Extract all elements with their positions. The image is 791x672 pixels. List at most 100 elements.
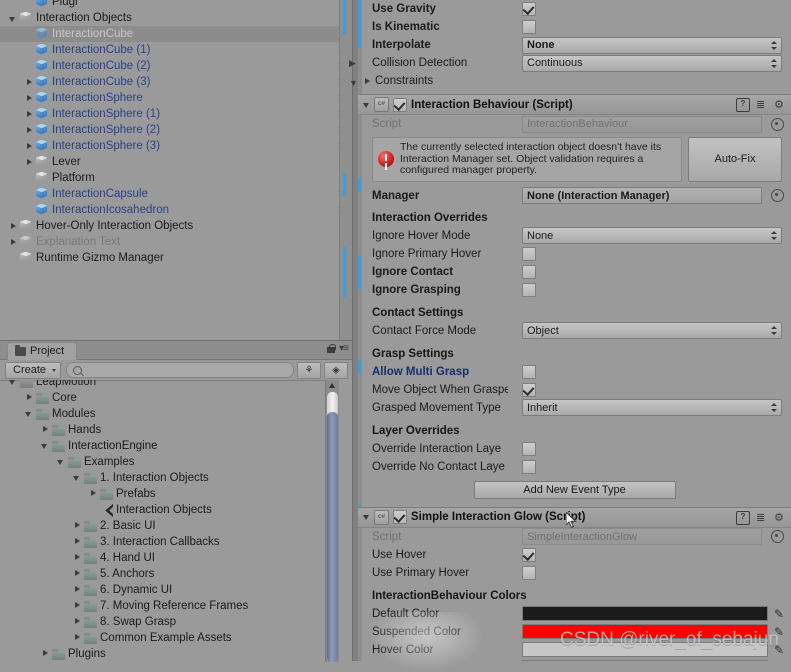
hierarchy-item-explanation-text[interactable]: Explanation Text — [0, 234, 352, 250]
chevron-right-icon[interactable] — [72, 568, 84, 580]
chevron-right-icon[interactable] — [24, 77, 35, 88]
hierarchy-item-interactionsphere-2[interactable]: InteractionSphere (2)› — [0, 122, 352, 138]
project-item-1-interaction-objects[interactable]: 1. Interaction Objects — [0, 470, 352, 486]
field-move-object-when-grasped[interactable]: Move Object When Graspe — [358, 381, 791, 399]
ignore-contact-checkbox[interactable] — [522, 264, 536, 279]
chevron-right-icon[interactable] — [24, 392, 36, 404]
field-override-interaction-layer[interactable]: Override Interaction Laye — [358, 440, 791, 458]
manager-object-field[interactable]: None (Interaction Manager) — [522, 187, 762, 204]
search-input[interactable] — [86, 363, 287, 377]
help-icon[interactable]: ? — [736, 98, 750, 112]
chevron-right-icon[interactable] — [24, 141, 35, 152]
hierarchy-tree[interactable]: Plugi Interaction Objects InteractionCube›… — [0, 0, 352, 266]
ignore-grasping-checkbox[interactable] — [522, 282, 536, 297]
field-override-no-contact-layer[interactable]: Override No Contact Laye — [358, 458, 791, 476]
collision-detection-dropdown[interactable]: Continuous — [522, 54, 782, 72]
collapse-down-arrow-icon[interactable]: ▼ — [349, 78, 358, 88]
project-item-examples[interactable]: Examples — [0, 454, 352, 470]
chevron-right-icon[interactable] — [8, 221, 19, 232]
field-grasped-movement-type[interactable]: Grasped Movement Type Inherit — [358, 399, 791, 417]
chevron-right-icon[interactable] — [72, 536, 84, 548]
chevron-right-icon[interactable] — [72, 584, 84, 596]
chevron-right-icon[interactable] — [40, 648, 52, 660]
ignore-primary-hover-checkbox[interactable] — [522, 246, 536, 261]
tab-project[interactable]: Project — [7, 342, 78, 360]
override-no-contact-layer-checkbox[interactable] — [522, 459, 536, 474]
filter-by-type-icon[interactable]: ⚘ — [297, 361, 321, 379]
field-ignore-primary-hover[interactable]: Ignore Primary Hover — [358, 245, 791, 263]
field-manager[interactable]: Manager None (Interaction Manager) — [358, 186, 791, 206]
add-new-event-type-button[interactable]: Add New Event Type — [473, 480, 676, 499]
field-use-primary-hover[interactable]: Use Primary Hover — [358, 564, 791, 582]
hierarchy-item-interactionsphere[interactable]: InteractionSphere› — [0, 90, 352, 106]
chevron-right-icon[interactable] — [72, 520, 84, 532]
project-item-6-dynamic-ui[interactable]: 6. Dynamic UI — [0, 582, 352, 598]
hierarchy-item-interactioncube-3[interactable]: InteractionCube (3)› — [0, 74, 352, 90]
field-use-gravity[interactable]: Use Gravity — [358, 0, 791, 18]
use-primary-hover-checkbox[interactable] — [522, 565, 536, 580]
project-tree[interactable]: LeapMotion Core Modules Hands InteractionEng… — [0, 380, 352, 662]
chevron-right-icon[interactable] — [72, 552, 84, 564]
field-interpolate[interactable]: Interpolate None — [358, 36, 791, 54]
chevron-right-icon[interactable] — [72, 632, 84, 644]
field-ignore-grasping[interactable]: Ignore Grasping — [358, 281, 791, 299]
ignore-hover-mode-dropdown[interactable]: None — [522, 227, 782, 244]
search-box[interactable] — [66, 362, 294, 378]
chevron-right-icon[interactable] — [8, 237, 19, 248]
object-picker-icon[interactable] — [771, 189, 784, 202]
chevron-down-icon[interactable] — [72, 472, 84, 484]
gear-icon[interactable]: ⚙ — [774, 512, 786, 524]
chevron-down-icon[interactable] — [8, 13, 19, 24]
hierarchy-scrollbar[interactable] — [339, 0, 353, 340]
component-header-simple-interaction-glow[interactable]: c# Simple Interaction Glow (Script) ? ≣ … — [358, 506, 791, 528]
project-item-common-example-assets[interactable]: Common Example Assets — [0, 630, 352, 646]
project-item-plugins[interactable]: Plugins — [0, 646, 352, 662]
color-swatch[interactable] — [522, 606, 768, 621]
chevron-right-icon[interactable] — [24, 109, 35, 120]
project-item-8-swap-grasp[interactable]: 8. Swap Grasp — [0, 614, 352, 630]
preset-icon[interactable]: ≣ — [756, 99, 768, 111]
project-item-interaction-objects[interactable]: Interaction Objects — [0, 502, 352, 518]
field-use-hover[interactable]: Use Hover — [358, 546, 791, 564]
preset-icon[interactable]: ≣ — [756, 512, 768, 524]
use-gravity-checkbox[interactable] — [522, 2, 536, 16]
object-picker-icon[interactable] — [771, 530, 784, 543]
component-header-interaction-behaviour[interactable]: c# Interaction Behaviour (Script) ? ≣ ⚙ — [358, 94, 791, 115]
chevron-down-icon[interactable] — [8, 380, 20, 388]
scrollbar-track-highlight[interactable] — [327, 412, 338, 662]
project-panel[interactable]: Project ▾≡ Create ⚘ ◈ LeapMotion Core Modu… — [0, 340, 352, 662]
allow-multi-grasp-checkbox[interactable] — [522, 364, 536, 379]
chevron-down-icon[interactable] — [40, 440, 52, 452]
hierarchy-item-interactionsphere-1[interactable]: InteractionSphere (1)› — [0, 106, 352, 122]
create-button[interactable]: Create — [5, 361, 62, 379]
project-item-leapmotion[interactable]: LeapMotion — [0, 380, 352, 390]
color-field-list[interactable]: Default Color ✎ Suspended Color ✎ Hover Colo… — [358, 605, 791, 661]
gear-icon[interactable]: ⚙ — [774, 99, 786, 111]
hierarchy-item-interactionsphere-3[interactable]: InteractionSphere (3)› — [0, 138, 352, 154]
lock-icon[interactable] — [327, 344, 336, 353]
project-item-hands[interactable]: Hands — [0, 422, 352, 438]
color-swatch[interactable] — [522, 642, 768, 657]
object-picker-icon[interactable] — [771, 117, 784, 131]
hierarchy-item-lever[interactable]: Lever — [0, 154, 352, 170]
field-allow-multi-grasp[interactable]: Allow Multi Grasp — [358, 363, 791, 381]
eyedropper-icon[interactable]: ✎ — [772, 643, 786, 657]
grasped-movement-type-dropdown[interactable]: Inherit — [522, 399, 782, 416]
field-ignore-contact[interactable]: Ignore Contact — [358, 263, 791, 281]
contact-force-mode-dropdown[interactable]: Object — [522, 322, 782, 339]
project-item-prefabs[interactable]: Prefabs — [0, 486, 352, 502]
scroll-up-arrow-icon[interactable] — [329, 383, 335, 388]
color-swatch[interactable] — [522, 624, 768, 639]
field-is-kinematic[interactable]: Is Kinematic — [358, 18, 791, 36]
project-item-2-basic-ui[interactable]: 2. Basic UI — [0, 518, 352, 534]
chevron-right-icon[interactable] — [24, 93, 35, 104]
project-scrollbar[interactable] — [325, 380, 339, 662]
component-enabled-checkbox[interactable] — [393, 97, 407, 112]
chevron-right-icon[interactable] — [40, 424, 52, 436]
eyedropper-icon[interactable]: ✎ — [772, 625, 786, 639]
override-interaction-layer-checkbox[interactable] — [522, 441, 536, 456]
chevron-down-icon[interactable] — [56, 456, 68, 468]
hierarchy-item-interactioncube-2[interactable]: InteractionCube (2)› — [0, 58, 352, 74]
chevron-down-icon[interactable] — [362, 511, 374, 523]
is-kinematic-checkbox[interactable] — [522, 20, 536, 34]
